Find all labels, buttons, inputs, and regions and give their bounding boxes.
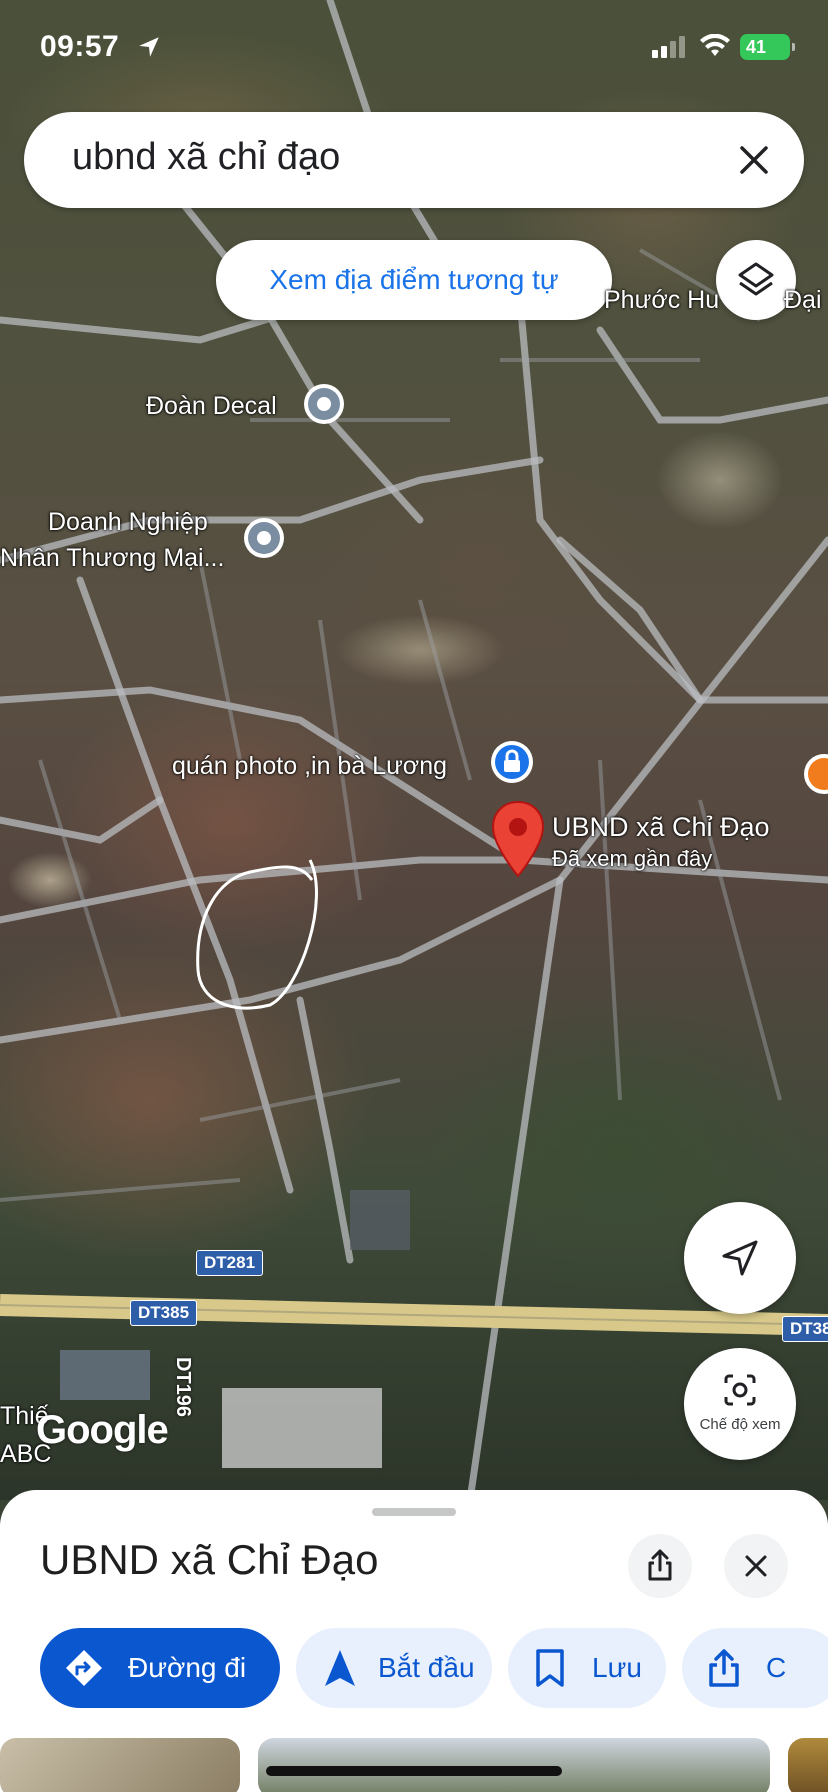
place-pin-icon[interactable]	[300, 382, 348, 430]
battery-indicator: 41	[740, 34, 795, 60]
restaurant-pin-icon[interactable]	[800, 752, 828, 800]
place-bottom-sheet[interactable]: UBND xã Chỉ Đạo Đường đi Bắt đầu Lưu C	[0, 1490, 828, 1792]
directions-button[interactable]: Đường đi	[40, 1628, 280, 1708]
home-indicator[interactable]	[266, 1766, 562, 1776]
shopping-pin-icon[interactable]	[488, 740, 536, 788]
navigation-start-icon	[325, 1650, 355, 1686]
similar-places-button[interactable]: Xem địa điểm tương tự	[216, 240, 612, 320]
search-input[interactable]: ubnd xã chỉ đạo	[72, 136, 340, 179]
road-shield-dt281: DT281	[196, 1250, 264, 1276]
battery-level: 41	[746, 37, 767, 57]
road-shield-dt385: DT385	[130, 1300, 198, 1326]
share-chip-button[interactable]: C	[682, 1628, 828, 1708]
save-label: Lưu	[592, 1652, 642, 1683]
bookmark-icon	[536, 1649, 564, 1687]
map-label-recently-viewed: Đã xem gần đây	[552, 846, 713, 871]
action-chips: Đường đi Bắt đầu Lưu C	[40, 1628, 828, 1708]
share-icon	[709, 1649, 739, 1687]
directions-icon	[66, 1650, 102, 1686]
share-chip-label: C	[766, 1652, 787, 1683]
view-mode-button[interactable]: Chế độ xem	[684, 1348, 796, 1460]
save-place-button[interactable]: Lưu	[508, 1628, 666, 1708]
map-label-ubnd[interactable]: UBND xã Chỉ Đạo	[552, 812, 770, 843]
selected-place-pin-icon[interactable]	[490, 800, 546, 880]
close-icon	[745, 1555, 767, 1577]
view-mode-label: Chế độ xem	[699, 1416, 781, 1433]
sheet-grabber[interactable]	[372, 1508, 456, 1516]
search-bar[interactable]: ubnd xã chỉ đạo	[24, 112, 804, 208]
place-photos[interactable]	[0, 1738, 828, 1792]
share-icon	[648, 1549, 672, 1581]
place-photo[interactable]	[258, 1738, 770, 1792]
status-bar: 09:57 41	[0, 0, 828, 96]
place-photo[interactable]	[788, 1738, 828, 1792]
map-label-doan-decal[interactable]: Đoàn Decal	[146, 392, 277, 421]
road-shield-dt385-right: DT38	[782, 1316, 828, 1342]
status-time: 09:57	[40, 30, 120, 63]
place-pin-icon[interactable]	[472, 296, 512, 330]
navigation-arrow-icon	[722, 1240, 758, 1276]
cellular-signal-icon	[652, 36, 685, 58]
lens-camera-icon	[724, 1374, 756, 1406]
road-label-dt196: DT196	[172, 1357, 194, 1418]
place-title: UBND xã Chỉ Đạo	[40, 1536, 379, 1583]
map-label-dai[interactable]: Đại	[784, 286, 822, 315]
share-place-button[interactable]	[628, 1534, 692, 1598]
place-pin-icon[interactable]	[240, 516, 288, 564]
place-photo[interactable]	[0, 1738, 240, 1792]
map-label-phuoc[interactable]: Phước Hu	[604, 286, 719, 315]
close-sheet-button[interactable]	[724, 1534, 788, 1598]
wifi-icon	[700, 34, 730, 56]
start-navigation-button[interactable]: Bắt đầu	[296, 1628, 492, 1708]
my-location-button[interactable]	[684, 1202, 796, 1314]
map-label-nhan-thuong-mai[interactable]: Nhân Thương Mại...	[0, 544, 224, 573]
clear-search-icon[interactable]	[730, 136, 778, 184]
start-label: Bắt đầu	[378, 1652, 475, 1683]
directions-label: Đường đi	[128, 1652, 247, 1683]
map-label-doanh-nghiep[interactable]: Doanh Nghiệp	[48, 508, 208, 537]
map-label-photo-shop[interactable]: quán photo ,in bà Lương	[172, 752, 447, 781]
google-logo: Google	[36, 1408, 169, 1452]
layers-icon	[738, 262, 774, 296]
location-arrow-icon	[139, 37, 159, 57]
